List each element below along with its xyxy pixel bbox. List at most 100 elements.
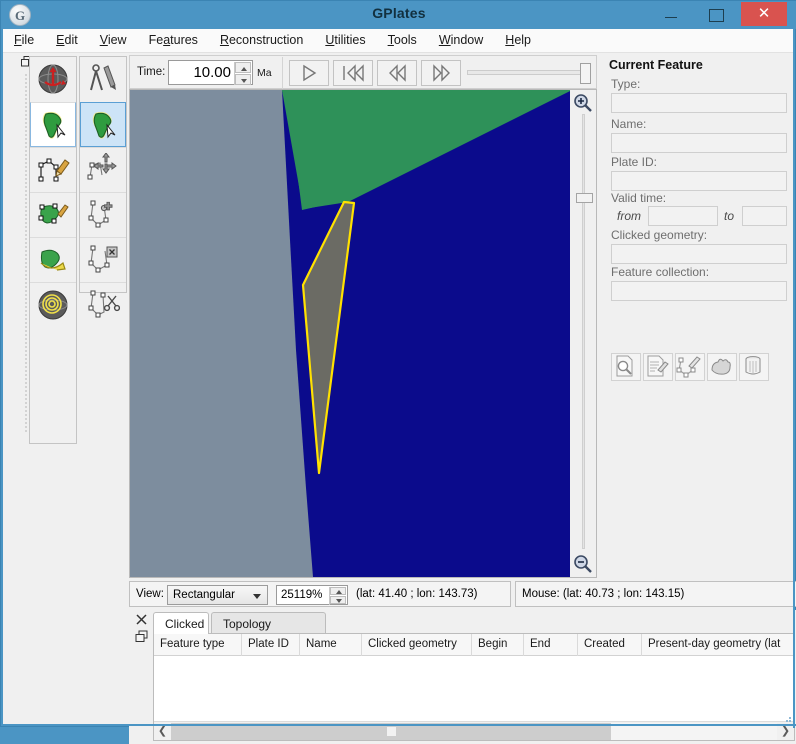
query-feature-button[interactable] [611,353,641,381]
rewind-icon [378,61,416,85]
dock-grip [131,610,151,742]
valid-time-from-field[interactable] [648,206,718,226]
globe-canvas[interactable] [129,89,597,578]
click-geometry-tool[interactable] [30,102,76,147]
step-backward-button[interactable] [377,60,417,86]
time-unit-label: Ma [257,67,272,79]
resize-grip[interactable] [782,713,792,723]
menu-tools[interactable]: Tools [377,29,428,50]
zoom-step-up[interactable] [330,587,346,595]
valid-time-from-label: from [617,209,641,223]
current-feature-panel: Current Feature Type: Name: Plate ID: Va… [603,55,795,395]
float-window-icon[interactable] [135,630,148,643]
move-geometry-tool[interactable] [80,147,126,192]
clicked-geometry-label: Clicked geometry: [611,228,707,242]
fast-forward-icon [422,61,460,85]
zoom-step-down[interactable] [330,596,346,604]
digitise-polyline-tool[interactable] [30,147,76,192]
menu-utilities[interactable]: Utilities [314,29,376,50]
column-header-begin[interactable]: Begin [472,634,524,656]
projection-combobox[interactable]: Rectangular [167,585,268,605]
trash-icon [740,354,766,378]
click-geometry-tool[interactable] [80,102,126,147]
animation-slider-thumb[interactable] [580,63,591,84]
close-button[interactable]: ✕ [741,2,787,26]
window-right-border [793,1,795,728]
play-button[interactable] [289,60,329,86]
menu-reconstruction[interactable]: Reconstruction [209,29,314,50]
magnifier-plus-icon[interactable] [573,93,593,113]
hand-icon [708,354,734,378]
minimize-button[interactable] [649,2,693,26]
feature-collection-field[interactable] [611,281,787,301]
seek-beginning-button[interactable] [333,60,373,86]
plate-id-field[interactable] [611,171,787,191]
scrollbar-grip [387,727,396,736]
column-header-clicked-geometry[interactable]: Clicked geometry [362,634,472,656]
pencil-document-icon [644,354,670,378]
column-header-name[interactable]: Name [300,634,362,656]
reconstruction-map[interactable] [130,90,572,577]
menu-window[interactable]: Window [428,29,494,50]
delete-vertex-tool[interactable] [80,237,126,282]
time-step-down[interactable] [235,74,251,85]
valid-time-to-field[interactable] [742,206,787,226]
menu-edit[interactable]: Edit [45,29,89,50]
column-header-created[interactable]: Created [578,634,642,656]
split-feature-tool[interactable] [80,282,126,327]
step-forward-button[interactable] [421,60,461,86]
compass-pencil-tool[interactable] [80,57,126,102]
edit-geometry-button[interactable] [675,353,705,381]
title-bar: G GPlates ✕ [1,1,796,29]
magnifier-document-icon [612,354,638,378]
drag-globe-tool[interactable] [30,57,76,102]
zoom-percent-spinbox[interactable]: 25119% [276,585,348,605]
animation-slider[interactable] [467,70,589,75]
toolbar-grip[interactable] [11,53,25,444]
time-spinbox[interactable]: 10.00 [168,60,253,85]
valid-time-label: Valid time: [611,191,666,205]
view-controls: View: Rectangular 25119% (lat: 41.40 ; l… [129,581,511,607]
menu-file[interactable]: File [3,29,45,50]
type-field[interactable] [611,93,787,113]
close-icon[interactable] [135,613,148,626]
menu-view[interactable]: View [89,29,138,50]
menu-bar: File Edit View Features Reconstruction U… [3,29,795,53]
column-header-plate-id[interactable]: Plate ID [242,634,300,656]
mouse-coordinates-panel: Mouse: (lat: 40.73 ; lon: 143.15) [515,581,796,607]
time-step-up[interactable] [235,62,251,73]
zoom-percent-stepper[interactable] [329,587,346,605]
tab-topology-sections[interactable]: Topology Sections [211,612,326,634]
column-header-end[interactable]: End [524,634,578,656]
tab-clicked[interactable]: Clicked [153,612,209,634]
clone-feature-button[interactable] [707,353,737,381]
table-header-row: Feature type Plate ID Name Clicked geome… [154,634,794,656]
time-value: 10.00 [193,64,231,81]
insert-vertex-tool[interactable] [80,192,126,237]
name-field[interactable] [611,133,787,153]
clicked-geometry-field[interactable] [611,244,787,264]
modify-geometry-tool[interactable] [30,192,76,237]
edit-feature-button[interactable] [643,353,673,381]
zoom-slider-thumb[interactable] [576,193,593,203]
mouse-coordinates: Mouse: (lat: 40.73 ; lon: 143.15) [522,588,684,600]
feature-collection-label: Feature collection: [611,265,709,279]
menu-features[interactable]: Features [138,29,209,50]
move-pole-tool[interactable] [30,237,76,282]
zoom-slider-track[interactable] [582,114,585,549]
maximize-button[interactable] [693,2,737,26]
magnifier-minus-icon[interactable] [573,554,593,574]
gplates-main-window: G GPlates ✕ File Edit View Features Reco… [0,0,796,727]
column-header-feature-type[interactable]: Feature type [154,634,242,656]
time-stepper[interactable] [234,62,251,85]
menu-help[interactable]: Help [494,29,542,50]
column-header-present-day-geometry[interactable]: Present-day geometry (lat [642,634,794,656]
tool-column-secondary [79,56,127,293]
window-bottom-border [1,724,796,726]
measure-distance-tool[interactable] [30,282,76,327]
table-body[interactable] [154,656,794,721]
delete-feature-button[interactable] [739,353,769,381]
zoom-percent-value: 25119% [281,589,322,601]
plate-id-label: Plate ID: [611,155,657,169]
view-label: View: [136,588,164,600]
